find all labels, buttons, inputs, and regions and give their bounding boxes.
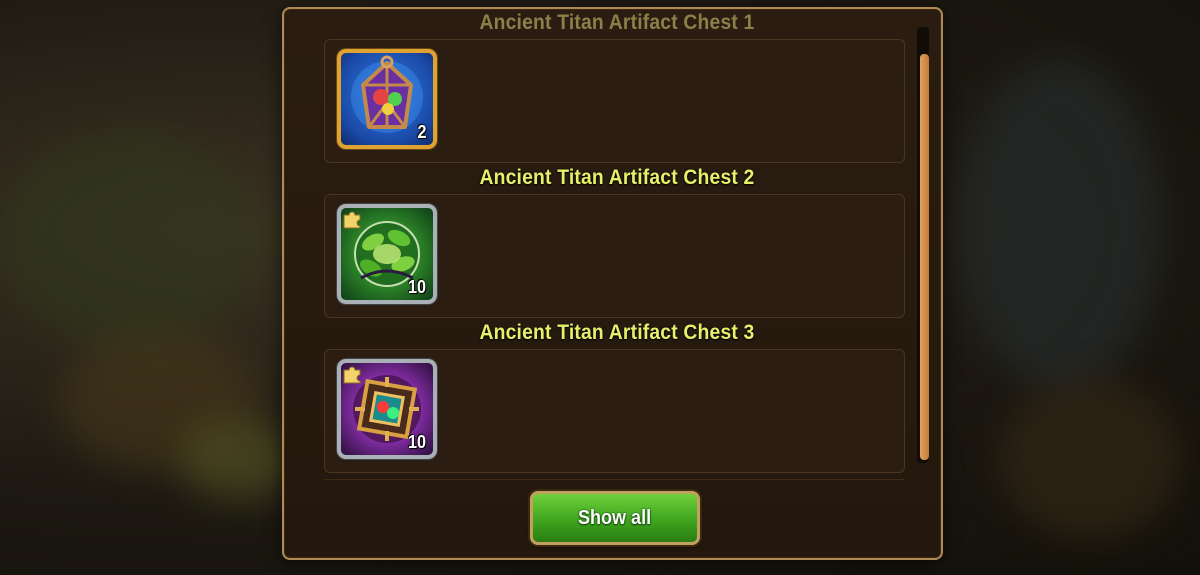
reward-item[interactable]: 10 bbox=[337, 204, 437, 304]
fragment-puzzle-icon bbox=[343, 211, 361, 229]
background-scenery bbox=[0, 130, 260, 350]
reward-quantity: 10 bbox=[407, 432, 426, 452]
chest-title: Ancient Titan Artifact Chest 2 bbox=[479, 166, 755, 189]
show-all-button[interactable]: Show all bbox=[530, 491, 700, 545]
reward-row: 2 bbox=[324, 39, 905, 163]
show-all-label: Show all bbox=[578, 506, 652, 529]
reward-item[interactable]: 10 bbox=[337, 359, 437, 459]
reward-row: 10 bbox=[324, 194, 905, 318]
chest-title: Ancient Titan Artifact Chest 1 bbox=[479, 11, 755, 34]
chest-title: Ancient Titan Artifact Chest 3 bbox=[479, 321, 755, 344]
divider bbox=[324, 479, 904, 480]
chest-list[interactable]: Ancient Titan Artifact Chest 1 2 Ancient… bbox=[322, 9, 912, 479]
background-scenery bbox=[960, 60, 1160, 390]
fragment-puzzle-icon bbox=[343, 366, 361, 384]
chest-rewards-dialog: Ancient Titan Artifact Chest 1 2 Ancient… bbox=[282, 7, 943, 560]
reward-item[interactable]: 2 bbox=[337, 49, 437, 149]
scrollbar-thumb[interactable] bbox=[920, 54, 929, 460]
background-scenery bbox=[1000, 380, 1180, 540]
reward-quantity: 10 bbox=[407, 277, 426, 297]
reward-quantity: 2 bbox=[417, 122, 427, 142]
reward-row: 10 bbox=[324, 349, 905, 473]
